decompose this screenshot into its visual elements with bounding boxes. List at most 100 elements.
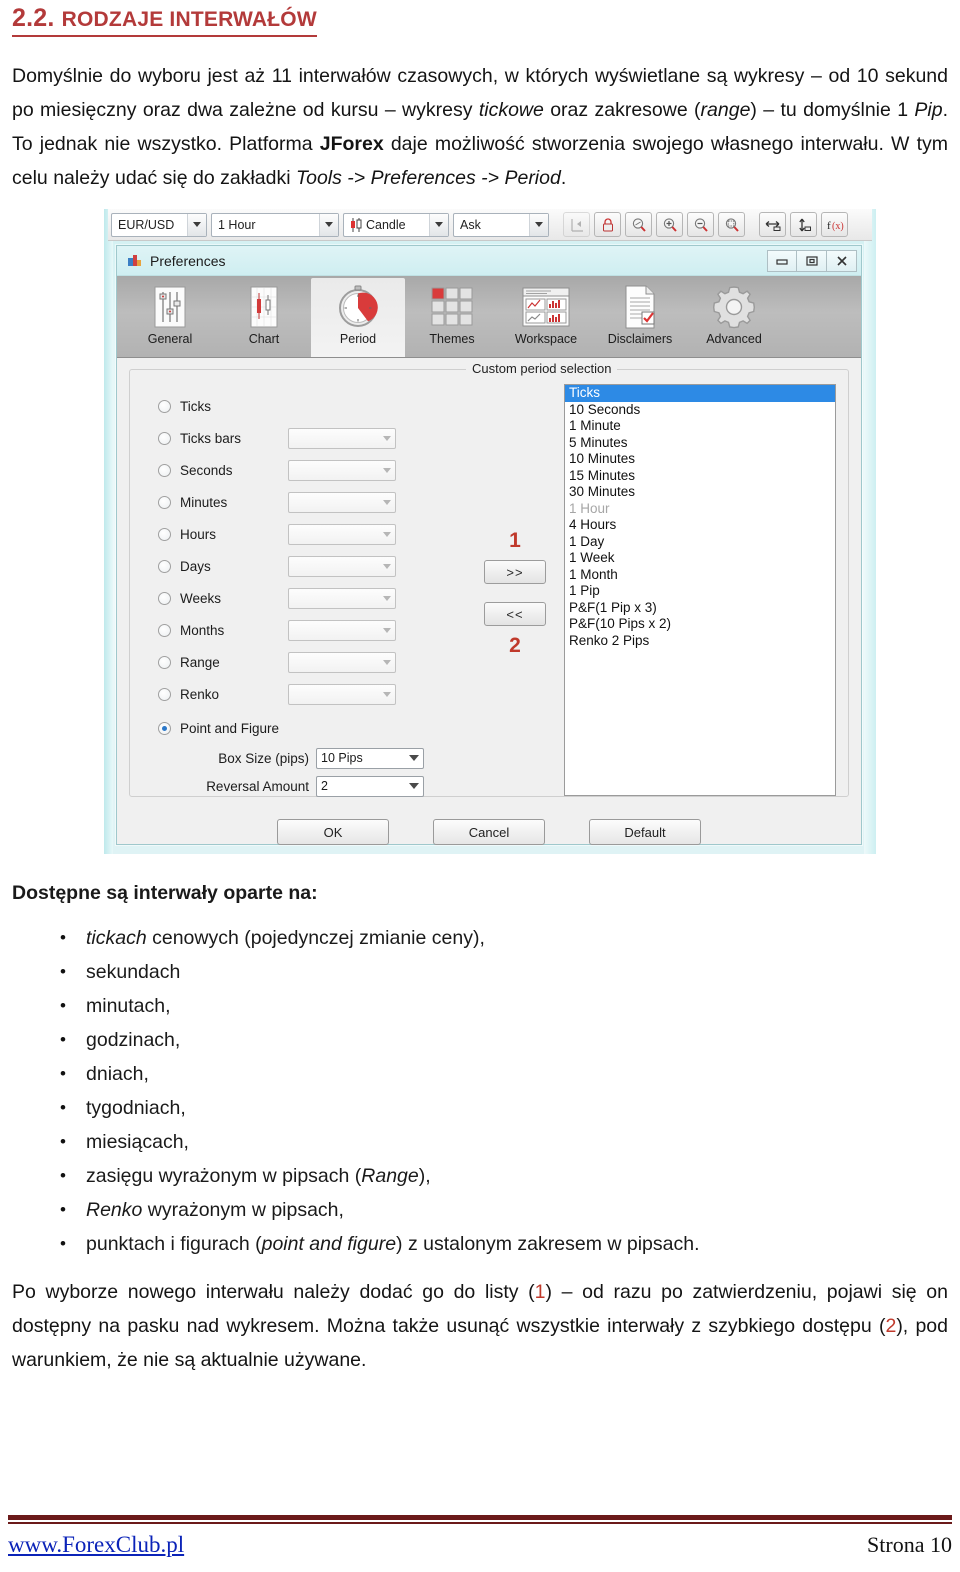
list-item[interactable]: 5 Minutes [565, 435, 835, 452]
list-item[interactable]: 1 Minute [565, 418, 835, 435]
list-item[interactable]: 1 Month [565, 567, 835, 584]
option-range[interactable]: Range [158, 646, 472, 678]
chevron-down-icon[interactable] [187, 213, 206, 236]
chevron-down-icon[interactable] [429, 213, 448, 236]
remove-period-button[interactable]: << [484, 602, 546, 626]
default-button[interactable]: Default [589, 819, 701, 845]
option-months[interactable]: Months [158, 614, 472, 646]
minutes-combo[interactable] [288, 491, 396, 513]
zoom-out-icon[interactable] [687, 212, 714, 237]
minimize-icon[interactable] [767, 249, 797, 272]
closing-paragraph: Po wyborze nowego interwału należy dodać… [12, 1275, 948, 1377]
list-item[interactable]: 1 Pip [565, 583, 835, 600]
tab-advanced[interactable]: Advanced [687, 278, 781, 357]
radio-icon[interactable] [158, 721, 171, 735]
radio-icon[interactable] [158, 623, 171, 637]
option-ticks[interactable]: Ticks [158, 390, 472, 422]
zoom-select-icon[interactable] [625, 212, 652, 237]
grid-swatch-icon [429, 283, 475, 331]
radio-icon[interactable] [158, 591, 171, 605]
radio-icon[interactable] [158, 495, 171, 509]
radio-icon[interactable] [158, 687, 171, 701]
vertical-scale-icon[interactable] [790, 212, 817, 237]
list-item-text: tygodniach, [86, 1097, 186, 1119]
radio-icon[interactable] [158, 655, 171, 669]
chevron-down-icon[interactable] [319, 213, 338, 236]
period-selector[interactable]: 1 Hour [211, 212, 339, 237]
reversal-amount-value: 2 [321, 779, 328, 793]
radio-icon[interactable] [158, 463, 171, 477]
radio-icon[interactable] [158, 399, 171, 413]
tab-workspace[interactable]: Workspace [499, 278, 593, 357]
list-item[interactable]: 4 Hours [565, 517, 835, 534]
chart-type-value: Candle [366, 217, 406, 232]
list-item[interactable]: 30 Minutes [565, 484, 835, 501]
renko-combo[interactable] [288, 683, 396, 705]
tab-general[interactable]: General [123, 278, 217, 357]
list-item: punktach i figurach (point and figure) z… [8, 1227, 952, 1261]
tab-disclaimers[interactable]: Disclaimers [593, 278, 687, 357]
weeks-combo[interactable] [288, 587, 396, 609]
days-combo[interactable] [288, 555, 396, 577]
chart-type-selector[interactable]: Candle [343, 212, 449, 237]
period-value: 1 Hour [218, 217, 256, 232]
list-item[interactable]: 10 Minutes [565, 451, 835, 468]
list-item[interactable]: 1 Week [565, 550, 835, 567]
function-icon[interactable]: f (x) [821, 212, 848, 237]
tab-chart[interactable]: Chart [217, 278, 311, 357]
list-item[interactable]: Ticks [565, 385, 835, 402]
chevron-down-icon[interactable] [529, 213, 548, 236]
list-item[interactable]: Renko 2 Pips [565, 633, 835, 650]
horizontal-scale-icon[interactable] [759, 212, 786, 237]
option-label: Seconds [180, 462, 233, 478]
preferences-titlebar[interactable]: Preferences [117, 246, 861, 276]
cancel-button[interactable]: Cancel [433, 819, 545, 845]
list-item[interactable]: 15 Minutes [565, 468, 835, 485]
tab-themes[interactable]: Themes [405, 278, 499, 357]
intro-seg-pip: Pip [914, 99, 943, 121]
interval-types-list: tickach cenowych (pojedynczej zmianie ce… [8, 921, 952, 1261]
radio-icon[interactable] [158, 559, 171, 573]
symbol-selector[interactable]: EUR/USD [111, 212, 207, 237]
footer-rule-thick [8, 1515, 952, 1520]
list-item[interactable]: 1 Hour [565, 501, 835, 518]
footer-row: www.ForexClub.pl Strona 10 [8, 1532, 952, 1558]
box-size-value: 10 Pips [321, 751, 363, 765]
option-minutes[interactable]: Minutes [158, 486, 472, 518]
tab-period[interactable]: Period [311, 278, 405, 357]
option-seconds[interactable]: Seconds [158, 454, 472, 486]
list-item[interactable]: P&F(10 Pips x 2) [565, 616, 835, 633]
radio-icon[interactable] [158, 431, 171, 445]
option-renko[interactable]: Renko [158, 678, 472, 710]
option-days[interactable]: Days [158, 550, 472, 582]
lock-icon[interactable] [594, 212, 621, 237]
box-size-combo[interactable]: 10 Pips [316, 747, 424, 769]
zoom-in-icon[interactable] [656, 212, 683, 237]
reversal-amount-combo[interactable]: 2 [316, 775, 424, 797]
footer-site-link[interactable]: www.ForexClub.pl [8, 1532, 184, 1558]
option-hours[interactable]: Hours [158, 518, 472, 550]
months-combo[interactable] [288, 619, 396, 641]
period-listbox[interactable]: Ticks 10 Seconds 1 Minute 5 Minutes 10 M… [564, 384, 836, 796]
restore-icon[interactable] [797, 249, 827, 272]
seconds-combo[interactable] [288, 459, 396, 481]
option-weeks[interactable]: Weeks [158, 582, 472, 614]
price-side-selector[interactable]: Ask [453, 212, 549, 237]
annotation-marker-1: 1 [509, 529, 521, 552]
list-item[interactable]: P&F(1 Pip x 3) [565, 600, 835, 617]
svg-text:(x): (x) [832, 221, 844, 232]
add-period-button[interactable]: >> [484, 560, 546, 584]
scroll-to-start-icon[interactable] [563, 212, 590, 237]
ticks-bars-combo[interactable] [288, 427, 396, 449]
option-point-and-figure[interactable]: Point and Figure [158, 712, 472, 744]
list-item[interactable]: 10 Seconds [565, 402, 835, 419]
hours-combo[interactable] [288, 523, 396, 545]
radio-icon[interactable] [158, 527, 171, 541]
list-item-text: miesiącach, [86, 1131, 189, 1153]
ok-button[interactable]: OK [277, 819, 389, 845]
zoom-region-icon[interactable] [718, 212, 745, 237]
range-combo[interactable] [288, 651, 396, 673]
option-ticks-bars[interactable]: Ticks bars [158, 422, 472, 454]
close-icon[interactable] [827, 249, 857, 272]
list-item[interactable]: 1 Day [565, 534, 835, 551]
